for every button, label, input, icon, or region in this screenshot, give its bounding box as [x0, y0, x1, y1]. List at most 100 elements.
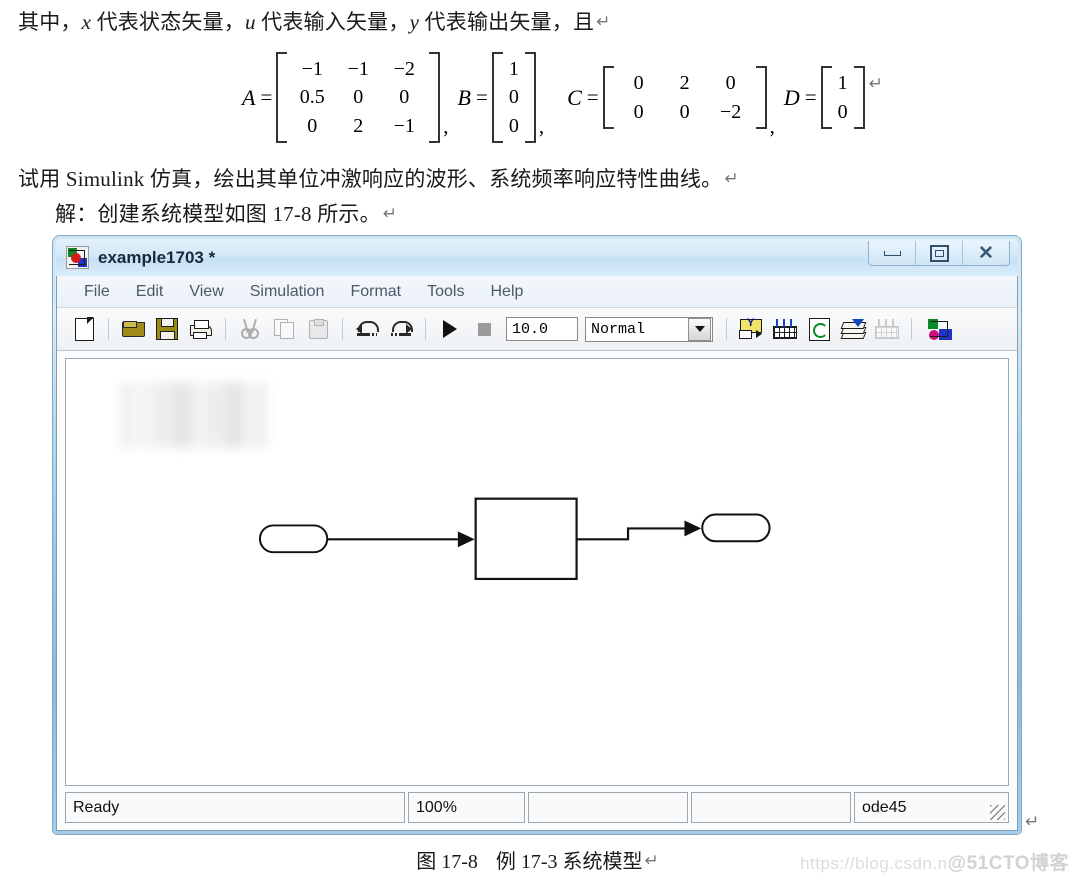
- matrix-d-name: D: [783, 84, 800, 110]
- toolbar-separator: [726, 318, 727, 340]
- simulink-model-window: example1703 * ✕ File Edit View Simulatio…: [53, 236, 1021, 834]
- status-zoom-level: 100%: [408, 792, 525, 823]
- text-fragment: 代表输入矢量，: [255, 10, 410, 34]
- matrix-cell: 0: [508, 114, 519, 137]
- bracket-right: [755, 66, 767, 129]
- copy-button[interactable]: [269, 314, 299, 344]
- model-canvas[interactable]: 1 In1 x' = Ax+Bu y = Cx+Du State-Space 1…: [65, 358, 1009, 786]
- watermark-url: https://blog.csdn.n: [800, 854, 948, 873]
- window-title: example1703 *: [98, 247, 216, 267]
- simulation-stop-time-input[interactable]: 10.0: [506, 317, 578, 341]
- matrix-cell: 0: [508, 86, 519, 109]
- matrix-row: 0 2 0: [616, 69, 754, 97]
- bracket-right: [524, 52, 536, 144]
- matrix-d-equals: =: [804, 85, 817, 110]
- menu-item-format[interactable]: Format: [337, 283, 414, 301]
- matrix-equation: A = −1 −1 −2 0.5 0 0 0 2 −1 , B = 1 0 0 …: [242, 52, 883, 144]
- matrix-row: 0: [505, 83, 523, 111]
- matrix-cell: 0: [725, 72, 736, 95]
- matrix-cell: 0: [633, 72, 644, 95]
- matrix-cell: −1: [301, 58, 323, 80]
- redo-button[interactable]: [386, 314, 416, 344]
- save-model-button[interactable]: [152, 314, 182, 344]
- text-fragment: 代表状态矢量，: [91, 10, 245, 34]
- stop-simulation-button[interactable]: [469, 314, 499, 344]
- matrix-cell: −2: [719, 100, 742, 123]
- text-fragment: 试用 Simulink 仿真，绘出其单位冲激响应的波形、系统频率响应特性曲线。: [18, 167, 723, 191]
- signal-line-ss-to-out: [576, 527, 685, 541]
- matrix-b: 1 0 0: [491, 52, 536, 144]
- bracket-right: [429, 52, 441, 144]
- matrix-a-name: A: [242, 84, 256, 110]
- matrix-c-name: C: [567, 84, 582, 110]
- document-end-paragraph-mark: ↵: [1025, 812, 1040, 831]
- resize-grip[interactable]: [990, 805, 1005, 820]
- window-title-bar[interactable]: example1703 * ✕: [56, 239, 1018, 276]
- new-file-icon: [74, 316, 95, 341]
- matrix-b-comma: ,: [538, 114, 545, 139]
- toolbar-separator: [108, 318, 109, 340]
- matrix-row: 0 0 −2: [616, 98, 754, 126]
- menu-item-edit[interactable]: Edit: [123, 283, 177, 301]
- simulink-logo-icon: [66, 246, 89, 269]
- status-bar: Ready 100% ode45: [65, 792, 1009, 823]
- status-solver: ode45: [854, 792, 1009, 823]
- maximize-icon: [929, 244, 949, 262]
- print-button[interactable]: [186, 314, 216, 344]
- matrix-cell: 0: [353, 86, 364, 109]
- matrix-cell: 0: [679, 100, 690, 123]
- bracket-left: [602, 66, 614, 129]
- simulation-mode-select[interactable]: Normal: [585, 316, 713, 342]
- open-folder-icon: [121, 321, 145, 337]
- variable-x: x: [81, 10, 92, 34]
- text-fragment: 代表输出矢量，且: [419, 10, 595, 34]
- matrix-cell: 2: [353, 114, 364, 137]
- status-solver-label: ode45: [862, 798, 907, 816]
- minimize-button[interactable]: [869, 241, 915, 265]
- layers-icon: [840, 319, 866, 339]
- paste-button[interactable]: [303, 314, 333, 344]
- model-dimensions-button: [872, 314, 902, 344]
- model-explorer-button[interactable]: [770, 314, 800, 344]
- cut-button[interactable]: [235, 314, 265, 344]
- status-message: Ready: [65, 792, 405, 823]
- menu-item-view[interactable]: View: [176, 283, 236, 301]
- stop-simulation-icon: [477, 322, 491, 336]
- figure-title: 例 17-3 系统模型: [495, 851, 643, 873]
- matrix-cell: 0: [307, 114, 318, 137]
- matrix-cell: 2: [679, 72, 690, 95]
- matrix-cell: 0: [633, 100, 644, 123]
- menu-item-help[interactable]: Help: [477, 283, 536, 301]
- build-model-button[interactable]: [838, 314, 868, 344]
- menu-item-tools[interactable]: Tools: [414, 283, 477, 301]
- matrix-row: 0 2 −1: [289, 112, 427, 140]
- minimize-icon: [883, 250, 901, 256]
- simulink-icon: [928, 318, 952, 340]
- paragraph-mark: ↵: [724, 169, 739, 188]
- library-browser-button[interactable]: [736, 314, 766, 344]
- menu-item-simulation[interactable]: Simulation: [237, 283, 338, 301]
- matrix-row: 1: [834, 69, 852, 97]
- cut-scissors-icon: [241, 319, 259, 339]
- bracket-left: [276, 52, 288, 144]
- close-button[interactable]: ✕: [962, 241, 1009, 265]
- status-panel-2: [691, 792, 851, 823]
- matrix-b-name: B: [457, 84, 471, 110]
- paste-icon: [308, 319, 328, 339]
- menu-bar: File Edit View Simulation Format Tools H…: [57, 276, 1017, 308]
- bracket-left: [491, 52, 503, 144]
- undo-button[interactable]: [352, 314, 382, 344]
- update-diagram-button[interactable]: [804, 314, 834, 344]
- new-model-button[interactable]: [69, 314, 99, 344]
- state-space-block-shape: [474, 497, 578, 581]
- print-icon: [190, 320, 212, 339]
- maximize-button[interactable]: [915, 241, 962, 265]
- chevron-down-icon[interactable]: [688, 317, 711, 341]
- matrix-c-equals: =: [586, 85, 599, 110]
- bracket-left: [820, 66, 832, 129]
- simulink-help-button[interactable]: [925, 314, 955, 344]
- open-model-button[interactable]: [118, 314, 148, 344]
- menu-item-file[interactable]: File: [71, 283, 123, 301]
- matrix-cell: −1: [347, 58, 369, 80]
- start-simulation-button[interactable]: [435, 314, 465, 344]
